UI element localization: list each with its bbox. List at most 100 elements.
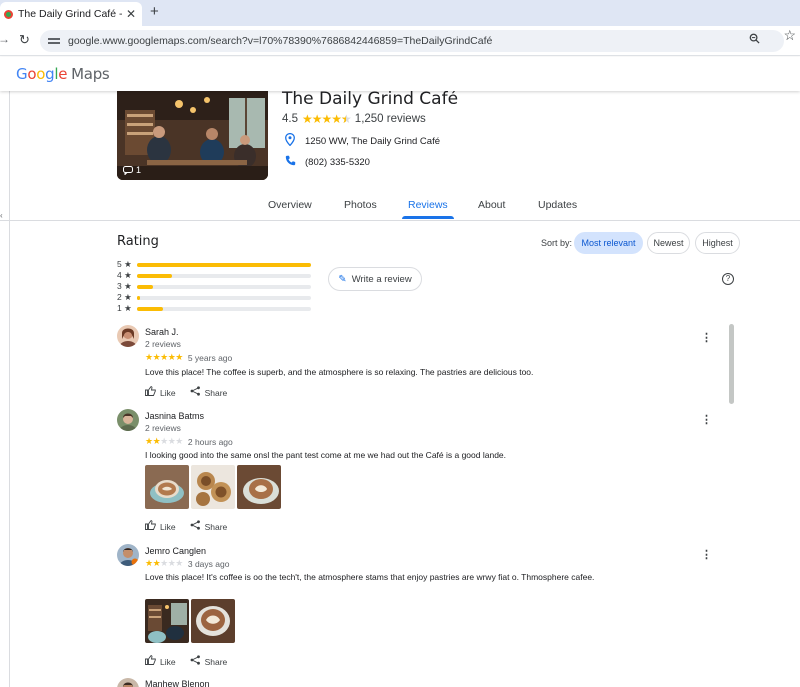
place-title: The Daily Grind Café	[282, 89, 459, 109]
rating-bar-row: 2 ★	[117, 292, 317, 303]
place-rating[interactable]: 4.5 ★★★★★★ 1,250 reviews	[282, 112, 426, 126]
review-photo-cafe-interior[interactable]	[145, 599, 189, 643]
review-photos	[145, 465, 281, 509]
browser-tab[interactable]: The Daily Grind Café - Google ✕	[0, 2, 142, 26]
pin-icon	[284, 132, 296, 149]
reviewer-name[interactable]: Jasnina Batms	[145, 411, 204, 421]
review-photo-pastries[interactable]	[191, 465, 235, 509]
like-label: Like	[160, 387, 176, 398]
rating-bar-fill	[137, 295, 141, 300]
review-photo-latte-art[interactable]	[237, 465, 281, 509]
review-photo-latte[interactable]	[145, 465, 189, 509]
rating-distribution: 5 ★ 4 ★ 3 ★ 2 ★ 1 ★	[117, 259, 317, 314]
place-tabs: Overview Photos Reviews About Updates	[0, 195, 800, 221]
share-button[interactable]: Share	[190, 386, 227, 399]
url-text[interactable]: google.www.googlemaps.com/search?v=l70%7…	[68, 35, 492, 47]
review-actions: Like Share	[145, 655, 227, 668]
like-button[interactable]: Like	[145, 520, 176, 533]
address-bar: → ↻ google.www.googlemaps.com/search?v=l…	[0, 26, 800, 56]
more-vert-icon[interactable]: ⋮	[701, 415, 712, 426]
more-vert-icon[interactable]: ⋮	[701, 333, 712, 344]
avatar[interactable]	[117, 678, 139, 687]
share-label: Share	[204, 656, 228, 667]
phone-row[interactable]: (802) 335-5320	[284, 155, 370, 169]
review-photos	[145, 599, 235, 643]
sort-most-relevant-chip[interactable]: Most relevant	[574, 232, 643, 254]
reviewer-review-count: 2 reviews	[145, 423, 181, 433]
comment-icon	[123, 165, 133, 175]
like-button[interactable]: Like	[145, 655, 176, 668]
tab-about[interactable]: About	[478, 199, 505, 211]
phone-icon	[284, 155, 296, 169]
new-tab-icon[interactable]: +	[150, 3, 159, 20]
share-button[interactable]: Share	[190, 520, 227, 533]
place-photo[interactable]: 1	[117, 90, 268, 180]
photo-count: 1	[123, 165, 141, 175]
browser-tab-bar: The Daily Grind Café - Google ✕ +	[0, 0, 800, 26]
review-actions: Like Share	[145, 386, 227, 399]
rating-bar-track	[137, 273, 311, 278]
thumb-up-icon	[145, 386, 156, 399]
share-icon	[190, 655, 201, 668]
like-label: Like	[160, 656, 176, 667]
review-meta: ★★★★★ 5 years ago	[145, 352, 232, 363]
share-icon	[190, 386, 201, 399]
review-time: 2 hours ago	[187, 436, 233, 447]
reviewer-name[interactable]: Manhew Blenon	[145, 679, 210, 687]
review-photo-latte-art[interactable]	[191, 599, 235, 643]
rating-bar-row: 4 ★	[117, 270, 317, 281]
reviews-scrollbar[interactable]	[729, 324, 734, 404]
logo-word: Google	[16, 65, 68, 83]
review-count[interactable]: 1,250 reviews	[355, 113, 426, 125]
review-text: I looking good into the same onsl the pa…	[145, 450, 507, 460]
tab-updates[interactable]: Updates	[538, 199, 577, 211]
rating-value: 4.5	[282, 113, 298, 125]
review-stars: ★★★★★	[145, 352, 183, 362]
rating-bar-label: 4 ★	[117, 270, 132, 280]
pencil-icon: ✎	[338, 273, 347, 285]
forward-icon[interactable]: →	[0, 32, 10, 46]
address-row[interactable]: 1250 WW, The Daily Grind Café	[284, 132, 440, 149]
share-button[interactable]: Share	[190, 655, 228, 668]
sort-highest-chip[interactable]: Highest	[695, 232, 740, 254]
photo-count-value: 1	[136, 165, 142, 175]
review-meta: ★★★★★ 3 days ago	[145, 558, 229, 569]
avatar[interactable]	[117, 544, 139, 566]
write-review-button[interactable]: ✎ Write a review	[328, 267, 422, 291]
rating-bar-track	[137, 262, 311, 267]
rating-bar-label: 3 ★	[117, 281, 132, 291]
avatar[interactable]	[117, 325, 139, 347]
reviewer-name[interactable]: Sarah J.	[145, 327, 179, 337]
site-info-icon[interactable]	[48, 36, 60, 46]
google-maps-logo[interactable]: Google Maps	[16, 65, 110, 83]
review-time: 3 days ago	[187, 558, 230, 569]
review-stars: ★★★★★	[145, 558, 183, 568]
rating-heading: Rating	[117, 234, 159, 249]
maps-header: Google Maps	[0, 57, 800, 91]
avatar[interactable]	[117, 409, 139, 431]
tab-reviews[interactable]: Reviews	[402, 199, 454, 219]
rating-bar-fill	[137, 306, 164, 311]
close-tab-icon[interactable]: ✕	[126, 7, 136, 21]
rating-bar-label: 5 ★	[117, 259, 132, 269]
review-text: Love this place! It's coffee is oo the t…	[145, 572, 595, 582]
review-text: Love this place! The coffee is superb, a…	[145, 367, 534, 377]
zoom-icon[interactable]	[749, 33, 760, 47]
write-review-label: Write a review	[351, 273, 412, 285]
tab-overview[interactable]: Overview	[268, 199, 312, 211]
tab-photos[interactable]: Photos	[344, 199, 377, 211]
reviewer-name[interactable]: Jemro Canglen	[145, 546, 206, 556]
like-button[interactable]: Like	[145, 386, 176, 399]
bookmark-star-icon[interactable]: ☆	[783, 27, 796, 44]
review-meta: ★★★★★ 2 hours ago	[145, 436, 233, 447]
sort-newest-chip[interactable]: Newest	[647, 232, 690, 254]
omnibox[interactable]: google.www.googlemaps.com/search?v=l70%7…	[40, 30, 784, 52]
help-icon[interactable]: ?	[722, 273, 734, 285]
reload-icon[interactable]: ↻	[19, 32, 30, 48]
review-time: 5 years ago	[187, 352, 233, 363]
more-vert-icon[interactable]: ⋮	[701, 550, 712, 561]
maps-favicon-icon	[4, 9, 13, 19]
reviewer-review-count: 2 reviews	[145, 339, 181, 349]
sort-by-label: Sort by:	[541, 238, 573, 248]
rating-bar-fill	[137, 262, 311, 267]
